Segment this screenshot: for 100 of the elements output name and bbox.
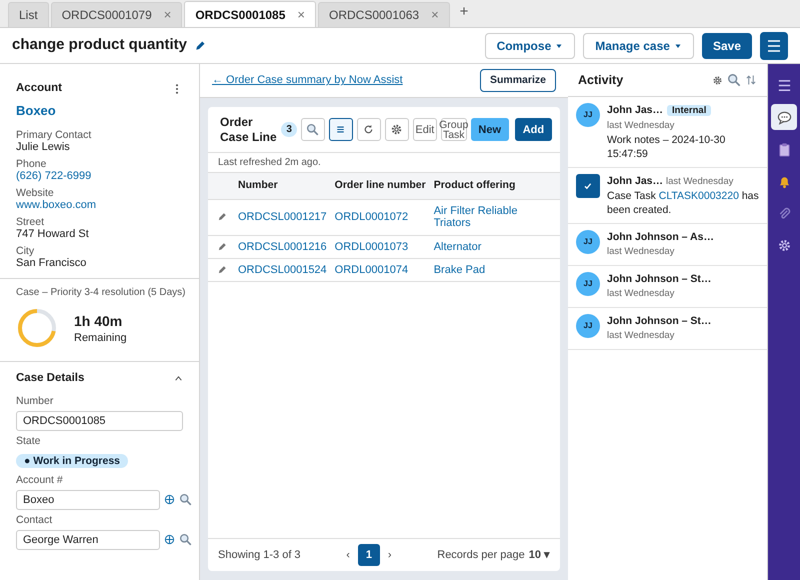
record-title: change product quantity (12, 35, 188, 56)
field-label: Street (16, 216, 46, 228)
table-cell[interactable]: ORDCSL0001217 (234, 199, 331, 236)
author-name: John Jas… (607, 175, 664, 187)
tab[interactable]: ORDCS0001085 × (184, 1, 316, 27)
field-label: Primary Contact (16, 128, 92, 141)
table-cell[interactable]: Brake Pad (430, 258, 560, 282)
timestamp: last Wednesday (607, 119, 674, 133)
section-heading: Case Details (16, 370, 84, 386)
add-button[interactable]: Add (514, 118, 552, 141)
search-icon (306, 123, 320, 136)
tab[interactable]: List (8, 2, 49, 27)
refresh-icon (362, 123, 376, 136)
section-heading: Account (16, 81, 62, 96)
edit-button[interactable]: Edit (412, 118, 437, 141)
timestamp: last Wednesday (607, 287, 674, 301)
activity-text: Work notes – 2024-10-30 15:47:59 (607, 133, 726, 161)
search-icon[interactable] (179, 533, 192, 546)
field-value: Julie Lewis (16, 140, 71, 154)
add-icon[interactable] (164, 534, 175, 546)
task-link[interactable]: CLTASK0003220 (658, 190, 739, 202)
menu-icon (766, 38, 782, 54)
table-cell[interactable]: ORDL0001072 (330, 199, 430, 236)
refresh-note: Last refreshed 2m ago. (208, 152, 560, 173)
author-name: John Jas… (607, 104, 664, 116)
menu-button[interactable]: Manage case (583, 32, 694, 58)
list-title: Order Case Line (220, 114, 278, 144)
collapse-icon[interactable] (174, 374, 183, 383)
table-cell[interactable]: Air Filter Reliable Triators (430, 199, 560, 236)
field-label: Number (16, 395, 54, 407)
field-value: San Francisco (16, 256, 88, 270)
menu-button[interactable]: Compose (484, 32, 576, 58)
edit-icon[interactable] (217, 212, 227, 222)
tab[interactable]: ORDCS0001063 × (318, 2, 450, 27)
showing-text: Showing 1-3 of 3 (218, 548, 301, 563)
caret-icon (674, 42, 682, 50)
field-label: Website (16, 186, 55, 199)
text-field[interactable]: ORDCS0001085 (16, 411, 183, 431)
count-badge: 3 (281, 122, 297, 137)
settings-icon[interactable] (712, 74, 723, 86)
edit-icon[interactable] (217, 242, 227, 252)
sla-title: Case – Priority 3-4 resolution (5 Days) (16, 286, 183, 299)
time-remaining: 1h 40m (74, 312, 124, 331)
edit-icon[interactable] (194, 40, 206, 52)
new-tab-button[interactable]: + (460, 0, 468, 23)
avatar: JJ (576, 230, 600, 254)
avatar: JJ (576, 314, 600, 338)
field-label: Phone (16, 158, 48, 170)
new-button[interactable]: New (470, 118, 509, 141)
group-task-button[interactable]: Group Task (440, 118, 467, 141)
sort-icon[interactable] (745, 74, 757, 86)
field-link[interactable]: (626) 722-6999 (16, 170, 183, 183)
state-badge: ● Work in Progress (16, 454, 128, 468)
add-icon[interactable] (164, 494, 175, 506)
search-icon[interactable] (727, 73, 741, 87)
list-button[interactable] (328, 118, 353, 141)
per-page-dropdown[interactable]: 10 ▾ (528, 546, 550, 564)
timestamp: last Wednesday (607, 329, 674, 343)
page-button[interactable]: 1 (358, 544, 380, 566)
field-label: City (16, 244, 36, 257)
caret-icon (555, 42, 564, 50)
timer-ring (16, 306, 58, 349)
summary-link[interactable]: ← Order Case summary by Now Assist (212, 72, 403, 89)
chat-icon (776, 110, 792, 124)
per-page-label: Records per page (437, 548, 525, 563)
edit-icon[interactable] (217, 264, 227, 275)
menu-button[interactable] (760, 32, 788, 60)
timestamp: last Wednesday (607, 245, 674, 259)
save-button[interactable]: Save (702, 32, 752, 58)
field-value: 747 Howard St (16, 228, 90, 241)
reference-field[interactable]: George Warren (16, 530, 160, 550)
panel-title: Activity (578, 72, 624, 89)
summarize-button[interactable]: Summarize (480, 68, 556, 92)
previous-page[interactable]: ‹ (346, 546, 350, 564)
menu-icon (776, 78, 792, 92)
column-header: Number (234, 173, 331, 200)
refresh-button[interactable] (356, 118, 381, 141)
reference-field[interactable]: Boxeo (16, 490, 160, 510)
tab[interactable]: ORDCS0001079 × (50, 2, 182, 27)
clipboard-icon (776, 142, 792, 156)
next-page[interactable]: › (388, 546, 392, 564)
table-cell[interactable]: ORDCSL0001216 (234, 235, 331, 258)
settings-button[interactable] (384, 118, 409, 141)
search-button[interactable] (300, 118, 325, 141)
table-cell[interactable]: ORDL0001074 (330, 258, 430, 282)
account-link[interactable]: Boxeo (16, 101, 183, 121)
sidebar-button[interactable] (771, 104, 797, 130)
table-cell[interactable]: ORDCSL0001524 (234, 258, 331, 282)
field-label: Contact (16, 514, 54, 526)
close-icon[interactable]: × (297, 4, 305, 24)
timestamp: last Wednesday (666, 175, 734, 189)
author-name: John Johnson – St… (607, 273, 712, 285)
table-cell[interactable]: ORDL0001073 (330, 235, 430, 258)
time-caption: Remaining (74, 332, 127, 345)
search-icon[interactable] (179, 493, 192, 506)
avatar: JJ (576, 103, 600, 127)
table-cell[interactable]: Alternator (430, 235, 560, 258)
settings-icon (776, 238, 792, 252)
field-link[interactable]: www.boxeo.com (16, 198, 183, 212)
activity-text: Case Task CLTASK0003220 has been created. (607, 189, 759, 217)
